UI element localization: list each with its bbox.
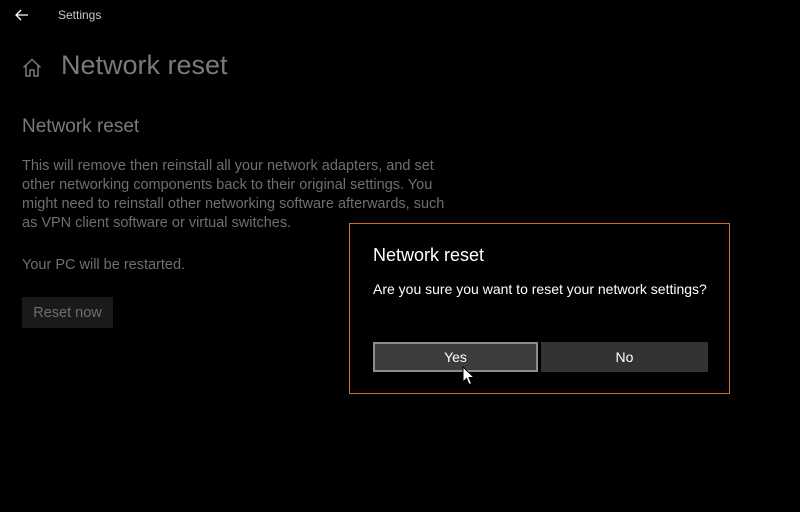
reset-now-button[interactable]: Reset now (22, 297, 113, 328)
arrow-left-icon (15, 9, 28, 21)
home-icon[interactable] (20, 56, 44, 80)
dialog-message: Are you sure you want to reset your netw… (373, 281, 707, 297)
page-title: Network reset (61, 50, 228, 80)
settings-window: Settings Network reset Network reset Thi… (0, 0, 800, 512)
restart-note: Your PC will be restarted. (22, 257, 186, 273)
back-button[interactable] (8, 2, 36, 28)
no-button[interactable]: No (541, 342, 708, 372)
description-text: This will remove then reinstall all your… (22, 158, 445, 231)
title-bar: Settings (0, 0, 800, 30)
app-title: Settings (58, 8, 102, 22)
yes-button[interactable]: Yes (373, 342, 538, 372)
confirm-dialog: Network reset Are you sure you want to r… (349, 223, 730, 394)
dialog-title: Network reset (373, 245, 485, 265)
section-title: Network reset (22, 116, 140, 137)
